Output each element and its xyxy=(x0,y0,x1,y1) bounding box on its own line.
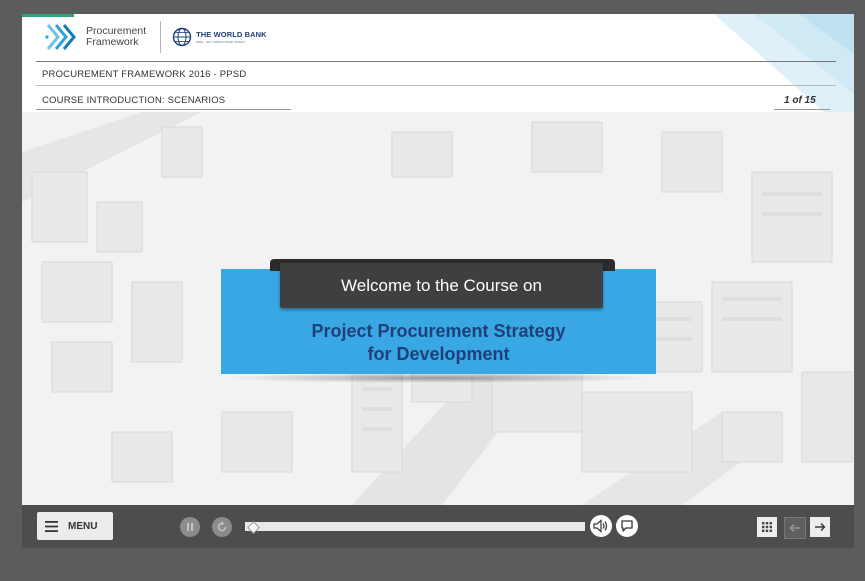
course-name: Project Procurement Strategy for Develop… xyxy=(221,320,656,366)
replay-button[interactable] xyxy=(212,517,232,537)
audio-icon xyxy=(593,519,608,533)
pause-icon xyxy=(187,523,193,531)
divider-line xyxy=(36,85,836,86)
previous-button[interactable] xyxy=(784,517,806,539)
grid-button[interactable] xyxy=(757,517,777,537)
divider-line xyxy=(36,61,836,62)
divider-line xyxy=(36,109,291,110)
arrow-right-icon xyxy=(815,523,826,531)
section-title: COURSE INTRODUCTION: SCENARIOS xyxy=(42,95,226,106)
logo-area: Procurement Framework THE WORLD BANK IBR… xyxy=(44,21,267,53)
grid-icon xyxy=(762,522,772,532)
course-title: PROCUREMENT FRAMEWORK 2016 - PPSD xyxy=(42,69,247,80)
banner-shadow xyxy=(222,373,652,383)
next-button[interactable] xyxy=(810,517,830,537)
partner-tagline: IBRD · IDA | WORLD BANK GROUP xyxy=(196,40,246,44)
progress-bar[interactable] xyxy=(245,521,585,534)
player-toolbar: MENU xyxy=(22,505,854,548)
menu-icon xyxy=(45,520,58,532)
arrow-left-icon xyxy=(789,524,800,532)
pause-button[interactable] xyxy=(180,517,200,537)
accent-line xyxy=(22,14,74,17)
welcome-text: Welcome to the Course on xyxy=(341,276,542,295)
header: Procurement Framework THE WORLD BANK IBR… xyxy=(22,14,854,112)
caption-icon xyxy=(621,520,633,532)
logo-divider xyxy=(160,21,162,53)
logo-text-line2: Framework xyxy=(86,36,139,48)
course-name-line1: Project Procurement Strategy xyxy=(311,321,566,341)
replay-icon xyxy=(217,521,227,532)
partner-name: THE WORLD BANK xyxy=(196,30,267,39)
page-indicator: 1 of 15 xyxy=(784,95,816,106)
divider-line xyxy=(774,109,830,110)
procurement-framework-logo-icon xyxy=(45,24,76,50)
globe-icon xyxy=(172,27,192,47)
course-player: Procurement Framework THE WORLD BANK IBR… xyxy=(22,14,854,548)
logo-text: Procurement Framework xyxy=(86,26,146,48)
progress-knob[interactable] xyxy=(247,521,260,534)
audio-button[interactable] xyxy=(590,515,612,537)
menu-button[interactable]: MENU xyxy=(37,512,113,540)
course-name-line2: for Development xyxy=(367,344,510,364)
caption-button[interactable] xyxy=(616,515,638,537)
partner-logo-text: THE WORLD BANK IBRD · IDA | WORLD BANK G… xyxy=(196,30,267,44)
slide-content: Welcome to the Course on Project Procure… xyxy=(22,112,854,505)
welcome-ribbon: Welcome to the Course on xyxy=(280,263,603,308)
menu-label: MENU xyxy=(68,520,98,532)
